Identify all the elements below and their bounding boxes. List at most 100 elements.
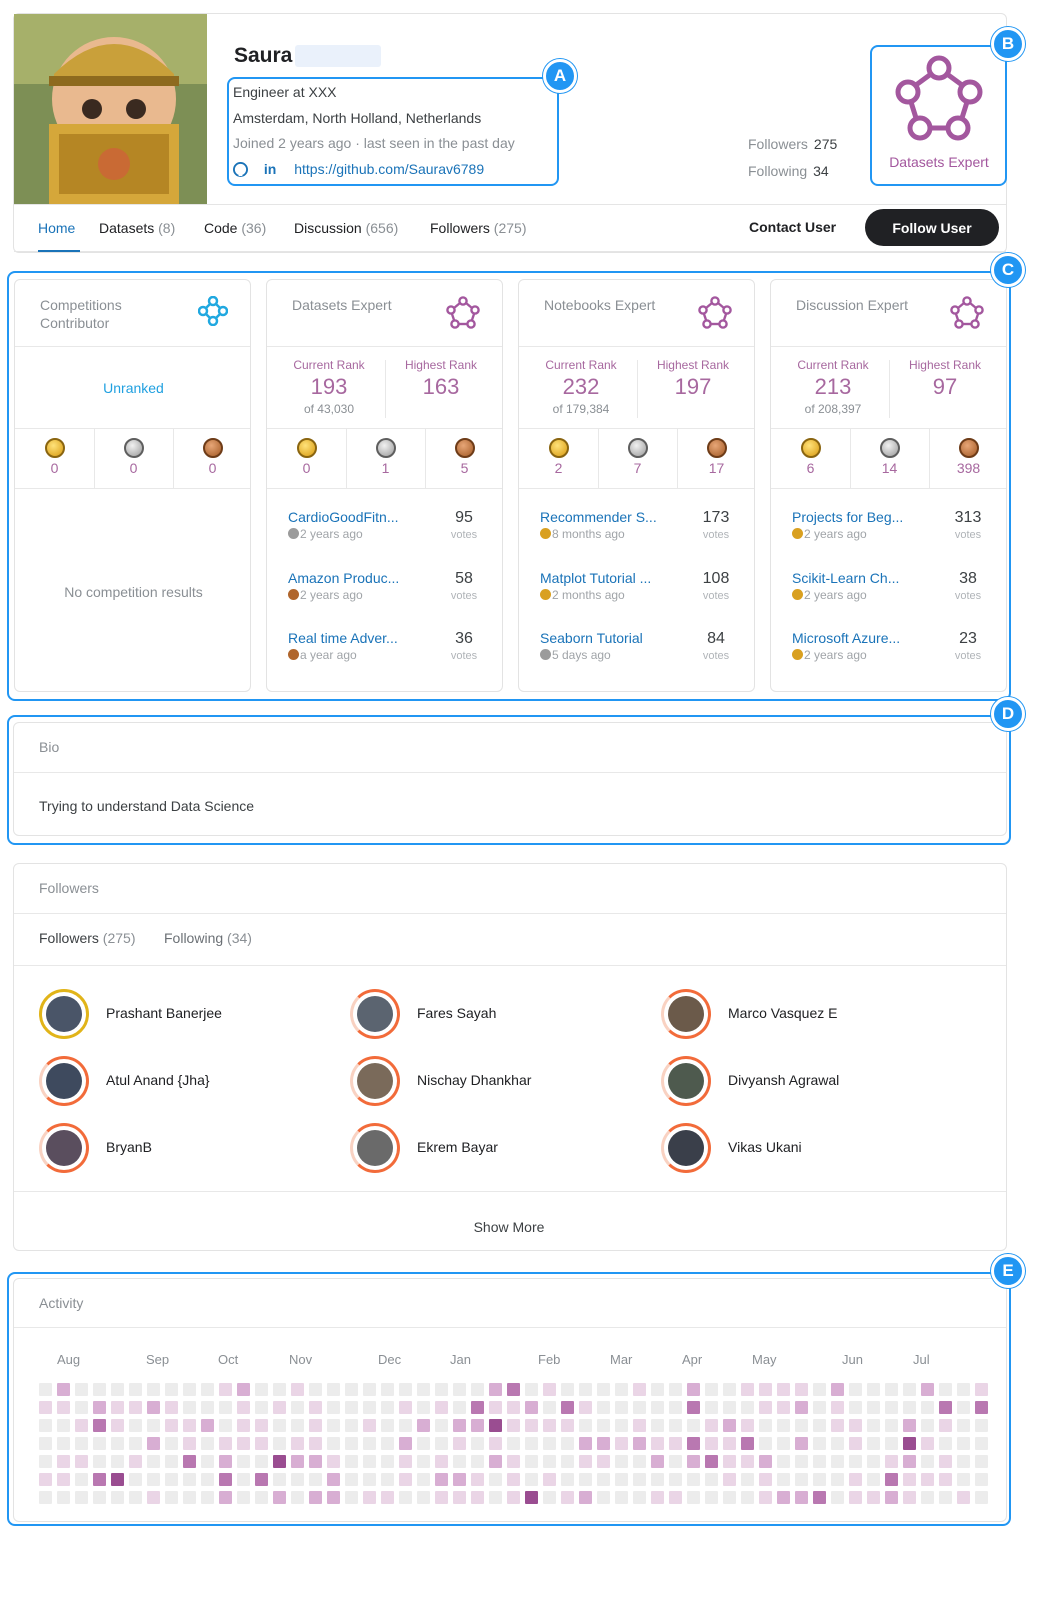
activity-cell[interactable] [309, 1437, 322, 1450]
activity-cell[interactable] [399, 1437, 412, 1450]
activity-cell[interactable] [579, 1401, 592, 1414]
activity-cell[interactable] [741, 1419, 754, 1432]
activity-cell[interactable] [237, 1437, 250, 1450]
activity-cell[interactable] [543, 1419, 556, 1432]
github-icon[interactable] [233, 162, 248, 180]
activity-cell[interactable] [111, 1401, 124, 1414]
activity-cell[interactable] [579, 1383, 592, 1396]
activity-cell[interactable] [525, 1491, 538, 1504]
activity-cell[interactable] [543, 1401, 556, 1414]
activity-cell[interactable] [543, 1491, 556, 1504]
tab-datasets[interactable]: Datasets (8) [99, 220, 175, 236]
activity-cell[interactable] [273, 1491, 286, 1504]
activity-cell[interactable] [633, 1383, 646, 1396]
activity-cell[interactable] [237, 1455, 250, 1468]
activity-cell[interactable] [507, 1491, 520, 1504]
activity-cell[interactable] [831, 1383, 844, 1396]
activity-cell[interactable] [813, 1383, 826, 1396]
activity-cell[interactable] [759, 1419, 772, 1432]
activity-cell[interactable] [93, 1401, 106, 1414]
top-item[interactable]: Projects for Beg... 2 years ago 313 votes [792, 509, 992, 549]
follower-name[interactable]: Divyansh Agrawal [728, 1072, 839, 1088]
activity-cell[interactable] [885, 1401, 898, 1414]
activity-cell[interactable] [291, 1455, 304, 1468]
activity-cell[interactable] [867, 1419, 880, 1432]
activity-cell[interactable] [777, 1383, 790, 1396]
activity-cell[interactable] [975, 1437, 988, 1450]
followers-stat[interactable]: Followers 275 [748, 136, 837, 152]
activity-cell[interactable] [813, 1455, 826, 1468]
activity-cell[interactable] [795, 1401, 808, 1414]
activity-cell[interactable] [705, 1383, 718, 1396]
activity-cell[interactable] [705, 1437, 718, 1450]
activity-cell[interactable] [849, 1419, 862, 1432]
activity-cell[interactable] [975, 1419, 988, 1432]
activity-cell[interactable] [813, 1491, 826, 1504]
activity-cell[interactable] [237, 1383, 250, 1396]
activity-cell[interactable] [867, 1437, 880, 1450]
activity-cell[interactable] [201, 1437, 214, 1450]
activity-cell[interactable] [381, 1383, 394, 1396]
activity-cell[interactable] [327, 1491, 340, 1504]
activity-cell[interactable] [579, 1455, 592, 1468]
activity-cell[interactable] [147, 1401, 160, 1414]
activity-cell[interactable] [327, 1473, 340, 1486]
activity-cell[interactable] [489, 1473, 502, 1486]
activity-cell[interactable] [327, 1401, 340, 1414]
activity-cell[interactable] [723, 1437, 736, 1450]
activity-cell[interactable] [453, 1383, 466, 1396]
activity-cell[interactable] [669, 1437, 682, 1450]
activity-cell[interactable] [489, 1437, 502, 1450]
activity-cell[interactable] [219, 1419, 232, 1432]
item-title-link[interactable]: Projects for Beg... [792, 509, 903, 525]
activity-cell[interactable] [129, 1437, 142, 1450]
activity-cell[interactable] [471, 1491, 484, 1504]
activity-cell[interactable] [345, 1437, 358, 1450]
activity-cell[interactable] [111, 1473, 124, 1486]
activity-cell[interactable] [867, 1401, 880, 1414]
activity-cell[interactable] [975, 1383, 988, 1396]
activity-cell[interactable] [651, 1419, 664, 1432]
activity-cell[interactable] [489, 1383, 502, 1396]
activity-cell[interactable] [111, 1383, 124, 1396]
activity-cell[interactable] [633, 1437, 646, 1450]
activity-cell[interactable] [777, 1419, 790, 1432]
activity-cell[interactable] [363, 1437, 376, 1450]
activity-cell[interactable] [687, 1419, 700, 1432]
item-title-link[interactable]: CardioGoodFitn... [288, 509, 399, 525]
follower-name[interactable]: Nischay Dhankhar [417, 1072, 531, 1088]
activity-cell[interactable] [381, 1401, 394, 1414]
activity-cell[interactable] [399, 1491, 412, 1504]
activity-cell[interactable] [453, 1473, 466, 1486]
activity-cell[interactable] [201, 1383, 214, 1396]
activity-cell[interactable] [111, 1455, 124, 1468]
activity-cell[interactable] [633, 1401, 646, 1414]
activity-cell[interactable] [903, 1491, 916, 1504]
activity-cell[interactable] [885, 1419, 898, 1432]
follower-name[interactable]: Vikas Ukani [728, 1139, 802, 1155]
activity-cell[interactable] [543, 1455, 556, 1468]
activity-cell[interactable] [615, 1437, 628, 1450]
activity-cell[interactable] [327, 1383, 340, 1396]
activity-cell[interactable] [795, 1437, 808, 1450]
activity-cell[interactable] [903, 1437, 916, 1450]
contact-user-button[interactable]: Contact User [749, 219, 836, 235]
activity-cell[interactable] [651, 1473, 664, 1486]
activity-cell[interactable] [219, 1383, 232, 1396]
activity-cell[interactable] [885, 1473, 898, 1486]
follower-item[interactable]: Fares Sayah [350, 989, 640, 1041]
follower-item[interactable]: Marco Vasquez E [661, 989, 951, 1041]
activity-cell[interactable] [543, 1437, 556, 1450]
activity-cell[interactable] [669, 1473, 682, 1486]
activity-cell[interactable] [579, 1437, 592, 1450]
item-title-link[interactable]: Amazon Produc... [288, 570, 399, 586]
activity-cell[interactable] [939, 1455, 952, 1468]
activity-cell[interactable] [687, 1455, 700, 1468]
activity-cell[interactable] [363, 1473, 376, 1486]
activity-cell[interactable] [471, 1455, 484, 1468]
activity-cell[interactable] [615, 1383, 628, 1396]
activity-cell[interactable] [975, 1401, 988, 1414]
follower-avatar[interactable] [350, 989, 400, 1039]
activity-cell[interactable] [399, 1383, 412, 1396]
activity-cell[interactable] [255, 1491, 268, 1504]
